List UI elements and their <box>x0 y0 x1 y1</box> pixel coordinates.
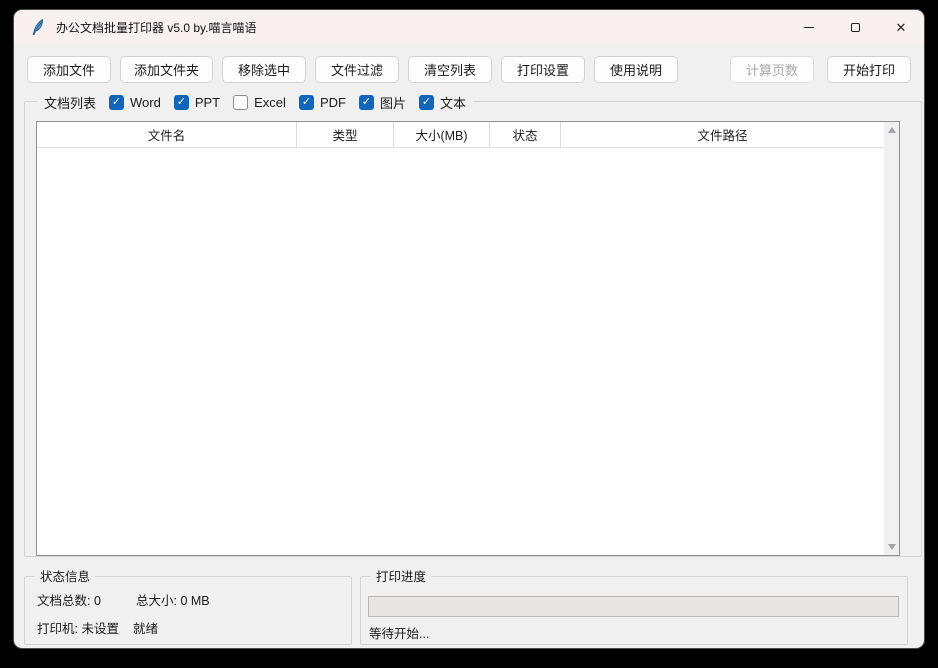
document-list-label: 文档列表 <box>44 93 96 112</box>
feather-icon <box>31 19 45 35</box>
column-header-filename[interactable]: 文件名 <box>37 122 297 147</box>
image-checkbox-label: 图片 <box>380 93 406 112</box>
scroll-up-icon[interactable] <box>888 127 896 133</box>
start-print-button[interactable]: 开始打印 <box>827 56 911 83</box>
status-info-label: 状态信息 <box>35 568 95 586</box>
filter-excel[interactable]: Excel <box>233 95 286 110</box>
document-list-legend: 文档列表 Word PPT Excel PDF 图片 <box>37 93 473 111</box>
scroll-down-icon[interactable] <box>888 544 896 550</box>
word-checkbox-label: Word <box>130 95 161 110</box>
file-table-body[interactable] <box>37 148 884 555</box>
maximize-icon <box>851 23 860 32</box>
toolbar-right-group: 计算页数 开始打印 <box>730 56 911 83</box>
printer-text: 打印机: 未设置 <box>37 618 133 637</box>
filter-image[interactable]: 图片 <box>359 93 406 112</box>
ppt-checkbox[interactable] <box>174 95 189 110</box>
ready-text: 就绪 <box>133 618 158 637</box>
column-header-path[interactable]: 文件路径 <box>561 122 884 147</box>
titlebar: 办公文档批量打印器 v5.0 by.喵言喵语 ✕ <box>14 10 924 44</box>
column-header-size[interactable]: 大小(MB) <box>394 122 490 147</box>
minimize-button[interactable] <box>786 10 832 44</box>
total-size-text: 总大小: 0 MB <box>136 590 210 609</box>
filter-text[interactable]: 文本 <box>419 93 466 112</box>
pdf-checkbox-label: PDF <box>320 95 346 110</box>
progress-status-text: 等待开始... <box>369 623 429 642</box>
status-row-printer: 打印机: 未设置 就绪 <box>37 618 339 637</box>
column-header-status[interactable]: 状态 <box>490 122 561 147</box>
window-controls: ✕ <box>786 10 924 44</box>
file-filter-button[interactable]: 文件过滤 <box>315 56 399 83</box>
calc-pages-button[interactable]: 计算页数 <box>730 56 814 83</box>
add-file-button[interactable]: 添加文件 <box>27 56 111 83</box>
file-table-main: 文件名 类型 大小(MB) 状态 文件路径 <box>37 122 884 555</box>
close-icon: ✕ <box>896 21 907 34</box>
word-checkbox[interactable] <box>109 95 124 110</box>
filter-word[interactable]: Word <box>109 95 161 110</box>
close-button[interactable]: ✕ <box>878 10 924 44</box>
status-row-counts: 文档总数: 0 总大小: 0 MB <box>37 590 339 609</box>
clear-list-button[interactable]: 清空列表 <box>408 56 492 83</box>
maximize-button[interactable] <box>832 10 878 44</box>
help-button[interactable]: 使用说明 <box>594 56 678 83</box>
toolbar: 添加文件 添加文件夹 移除选中 文件过滤 清空列表 打印设置 使用说明 计算页数… <box>27 56 911 83</box>
file-table: 文件名 类型 大小(MB) 状态 文件路径 <box>36 121 900 556</box>
document-list-frame: 文档列表 Word PPT Excel PDF 图片 <box>24 101 922 557</box>
filter-ppt[interactable]: PPT <box>174 95 220 110</box>
add-folder-button[interactable]: 添加文件夹 <box>120 56 213 83</box>
excel-checkbox[interactable] <box>233 95 248 110</box>
app-window: 办公文档批量打印器 v5.0 by.喵言喵语 ✕ 添加文件 添加文件夹 移除选中… <box>14 10 924 648</box>
doc-count-text: 文档总数: 0 <box>37 590 136 609</box>
print-progress-label: 打印进度 <box>371 568 431 586</box>
progress-bar <box>368 596 899 617</box>
status-info-group: 状态信息 文档总数: 0 总大小: 0 MB 打印机: 未设置 就绪 <box>24 576 352 645</box>
pdf-checkbox[interactable] <box>299 95 314 110</box>
remove-selected-button[interactable]: 移除选中 <box>222 56 306 83</box>
file-table-header: 文件名 类型 大小(MB) 状态 文件路径 <box>37 122 884 148</box>
filter-pdf[interactable]: PDF <box>299 95 346 110</box>
window-title: 办公文档批量打印器 v5.0 by.喵言喵语 <box>56 19 256 36</box>
print-settings-button[interactable]: 打印设置 <box>501 56 585 83</box>
vertical-scrollbar[interactable] <box>884 122 899 555</box>
excel-checkbox-label: Excel <box>254 95 286 110</box>
text-checkbox[interactable] <box>419 95 434 110</box>
status-rows: 文档总数: 0 总大小: 0 MB 打印机: 未设置 就绪 <box>25 577 351 637</box>
column-header-type[interactable]: 类型 <box>297 122 394 147</box>
minimize-icon <box>804 27 814 28</box>
print-progress-group: 打印进度 等待开始... <box>360 576 908 645</box>
image-checkbox[interactable] <box>359 95 374 110</box>
text-checkbox-label: 文本 <box>440 93 466 112</box>
ppt-checkbox-label: PPT <box>195 95 220 110</box>
